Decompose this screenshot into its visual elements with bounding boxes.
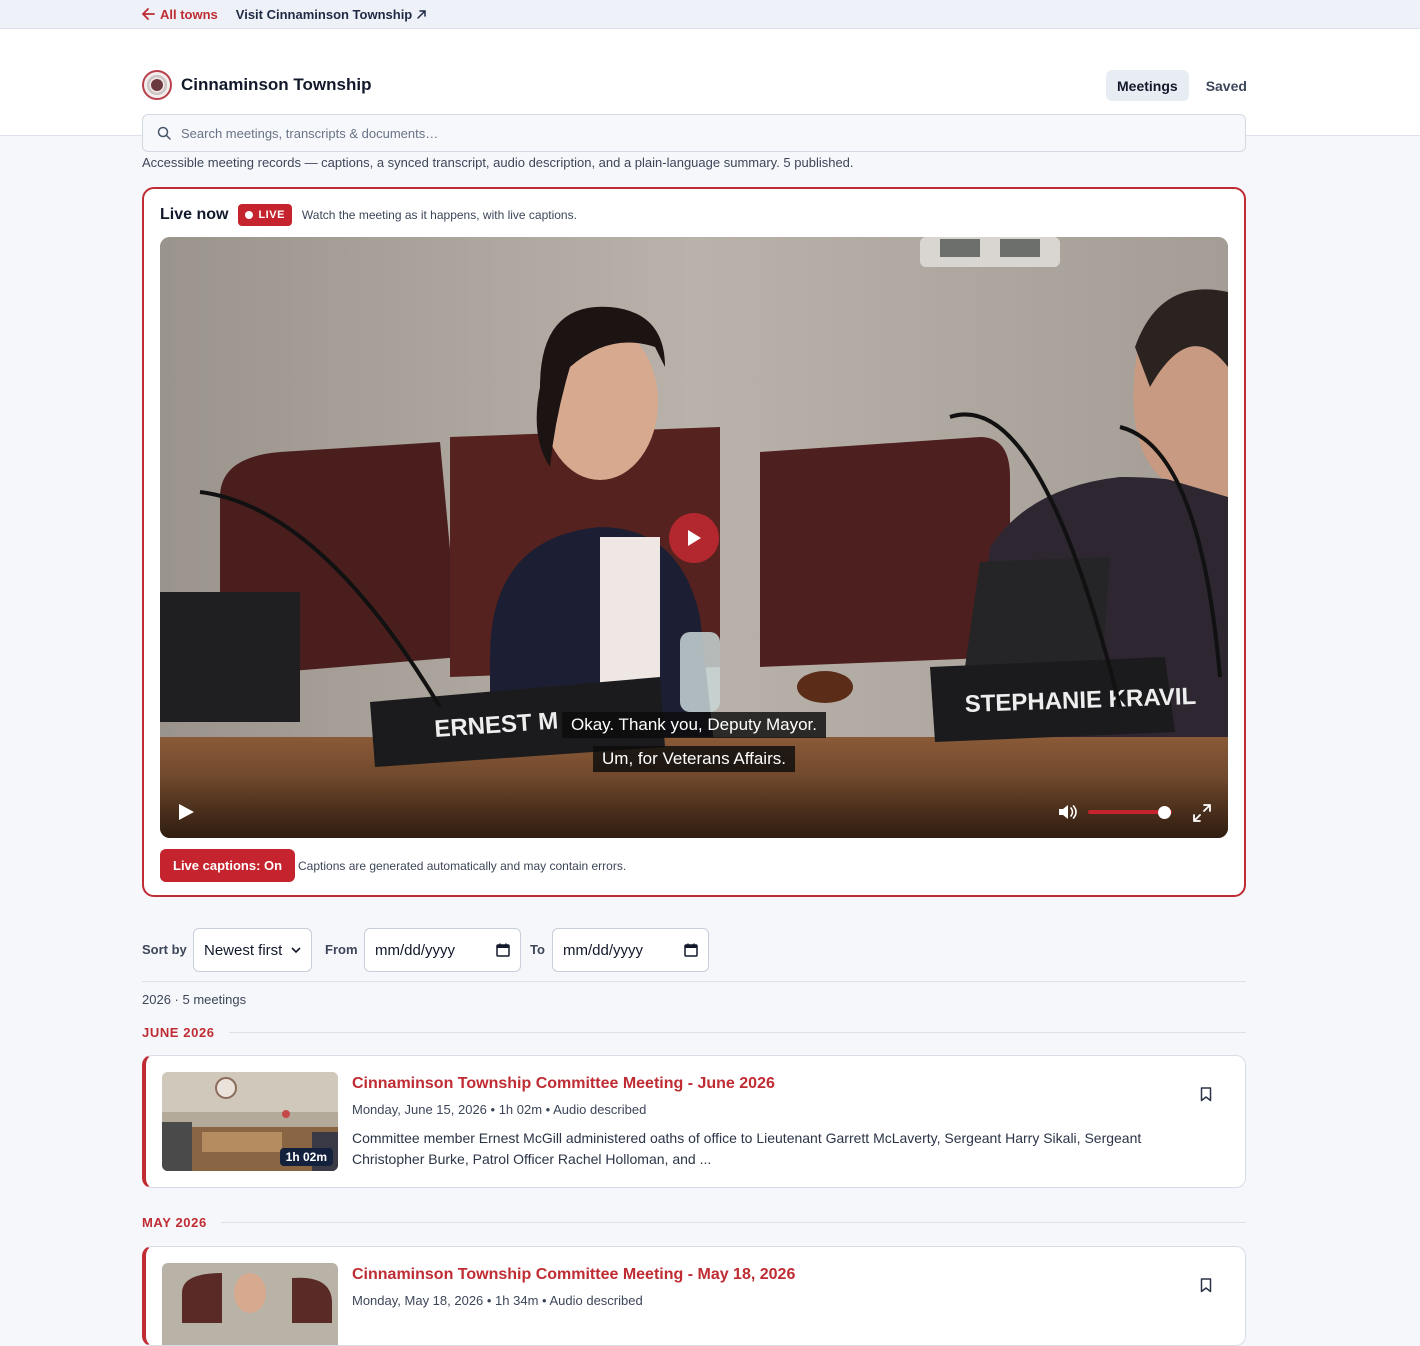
intro-text: Accessible meeting records — captions, a… [142, 155, 854, 170]
brand-name: Cinnaminson Township [181, 75, 372, 94]
live-badge: LIVE [238, 204, 292, 226]
live-captions-toggle[interactable]: Live captions: On [160, 849, 296, 882]
live-now-card: Live now LIVE Watch the meeting as it ha… [142, 187, 1246, 897]
volume-slider-handle[interactable] [1157, 806, 1171, 819]
brand[interactable]: Cinnaminson Township [142, 70, 371, 100]
live-dot-icon [245, 211, 254, 219]
calendar-icon[interactable] [684, 943, 698, 957]
visit-township-label: Visit Cinnaminson Township [235, 6, 413, 22]
meeting-thumbnail[interactable]: 1h 02m [162, 1072, 338, 1171]
to-date-input[interactable]: mm/dd/yyyy [552, 928, 709, 972]
live-subtitle: Watch the meeting as it happens, with li… [301, 208, 577, 222]
site-header: Cinnaminson Township Meetings Saved [0, 29, 1420, 152]
caption-line-2: Um, for Veterans Affairs. [593, 746, 795, 772]
all-towns-link[interactable]: All towns [142, 7, 218, 22]
meeting-card[interactable]: 1h 02m Cinnaminson Township Committee Me… [142, 1055, 1246, 1188]
search-icon [157, 126, 171, 140]
captions-note: Captions are generated automatically and… [298, 859, 627, 873]
sort-label: Sort by [142, 942, 187, 957]
play-button[interactable] [176, 801, 196, 823]
to-label: To [530, 942, 545, 957]
top-bar: All towns Visit Cinnaminson Township [0, 0, 1420, 29]
meeting-summary: Committee member Ernest McGill administe… [352, 1130, 1142, 1167]
meeting-thumbnail[interactable] [162, 1263, 338, 1345]
live-badge-label: LIVE [258, 209, 285, 221]
meeting-meta: Monday, May 18, 2026 • 1h 34m • Audio de… [352, 1293, 643, 1308]
filter-bar: Sort by Newest first From mm/dd/yyyy To … [142, 928, 1246, 982]
duration-badge: 1h 02m [279, 1148, 333, 1166]
calendar-icon[interactable] [496, 943, 510, 957]
arrow-left-icon [142, 8, 155, 20]
sort-select[interactable]: Newest first [193, 928, 312, 972]
play-overlay-button[interactable] [669, 513, 719, 563]
video-controls [160, 778, 1228, 838]
bookmark-icon[interactable] [1200, 1278, 1212, 1293]
from-date-input[interactable]: mm/dd/yyyy [364, 928, 521, 972]
month-heading: JUNE 2026 [142, 1025, 1246, 1040]
bookmark-icon[interactable] [1200, 1087, 1212, 1102]
live-title: Live now [160, 206, 229, 223]
meeting-thumbnail-image [162, 1263, 338, 1345]
month-heading: MAY 2026 [142, 1215, 1246, 1230]
volume-icon[interactable] [1057, 803, 1077, 821]
result-count: 2026 · 5 meetings [142, 992, 247, 1007]
sort-value: Newest first [204, 941, 283, 959]
from-label: From [325, 942, 358, 957]
external-link-icon [417, 9, 427, 19]
meeting-title[interactable]: Cinnaminson Township Committee Meeting -… [352, 1075, 775, 1093]
township-seal-icon [142, 70, 172, 100]
meeting-card[interactable]: Cinnaminson Township Committee Meeting -… [142, 1246, 1246, 1346]
live-video-player[interactable]: ERNEST M STEPHANIE KRAVIL Okay. Thank yo… [160, 237, 1228, 838]
from-date-value: mm/dd/yyyy [375, 941, 456, 959]
caption-line-1: Okay. Thank you, Deputy Mayor. [562, 712, 826, 738]
month-label: MAY 2026 [142, 1215, 207, 1230]
fullscreen-icon[interactable] [1193, 804, 1211, 822]
search-input[interactable] [181, 125, 1231, 141]
chevron-down-icon [291, 947, 301, 954]
all-towns-label: All towns [160, 6, 218, 22]
month-label: JUNE 2026 [142, 1025, 215, 1040]
play-icon [688, 530, 701, 546]
meeting-meta: Monday, June 15, 2026 • 1h 02m • Audio d… [352, 1102, 647, 1117]
search-bar [142, 114, 1246, 152]
meeting-title[interactable]: Cinnaminson Township Committee Meeting -… [352, 1266, 795, 1284]
tab-saved[interactable]: Saved [1195, 70, 1258, 101]
to-date-value: mm/dd/yyyy [563, 941, 644, 959]
main-nav: Meetings Saved [1106, 70, 1258, 101]
tab-meetings[interactable]: Meetings [1106, 70, 1189, 101]
visit-township-link[interactable]: Visit Cinnaminson Township [236, 7, 427, 22]
